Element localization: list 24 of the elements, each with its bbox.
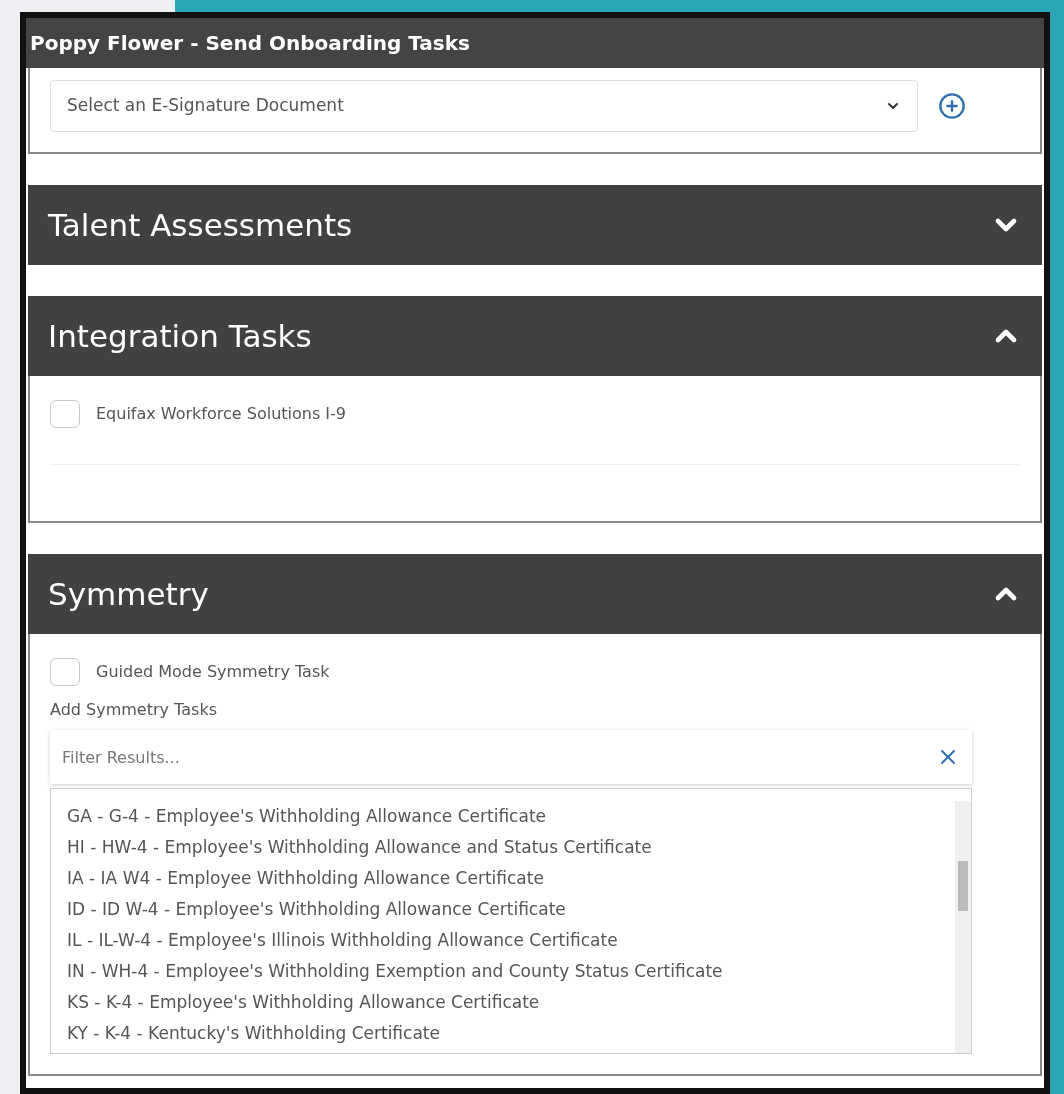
checkbox-label: Guided Mode Symmetry Task (96, 661, 330, 683)
checkbox[interactable] (50, 658, 80, 686)
select-field[interactable]: Select an E-Signature Document (50, 80, 918, 132)
filter-field[interactable]: Filter Results... (50, 730, 972, 784)
checkbox[interactable] (50, 400, 80, 428)
list-option[interactable]: IA - IA W4 - Employee Withholding Allowance Certificate (67, 863, 955, 894)
checkbox-label: Equifax Workforce Solutions I-9 (96, 403, 346, 425)
section-header[interactable]: Symmetry (28, 554, 1042, 634)
list-option[interactable]: KY - K-4 - Kentucky's Withholding Certificate (67, 1018, 955, 1049)
list-option[interactable]: IL - IL-W-4 - Employee's Illinois Withholding Allowance Certificate (67, 925, 955, 956)
list-option[interactable]: GA - G-4 - Employee's Withholding Allowance Certificate (67, 801, 955, 832)
list-option[interactable]: IN - WH-4 - Employee's Withholding Exemption and County Status Certificate (67, 956, 955, 987)
list-option[interactable]: ID - ID W-4 - Employee's Withholding Allowance Certificate (67, 894, 955, 925)
section-title: Talent Assessments (48, 205, 353, 245)
section-title: Symmetry (48, 574, 209, 614)
section-header[interactable]: Talent Assessments (28, 185, 1042, 265)
list-option[interactable]: KS - K-4 - Employee's Withholding Allowance Certificate (67, 987, 955, 1018)
field-label: Add Symmetry Tasks (50, 699, 218, 721)
add-icon[interactable] (938, 92, 966, 120)
section-header[interactable]: Integration Tasks (28, 296, 1042, 376)
section-title: Integration Tasks (48, 316, 312, 356)
window-title: Poppy Flower - Send Onboarding Tasks (29, 30, 470, 57)
scrollbar[interactable] (955, 801, 971, 1053)
list-option[interactable]: HI - HW-4 - Employee's Withholding Allowance and Status Certificate (67, 832, 955, 863)
